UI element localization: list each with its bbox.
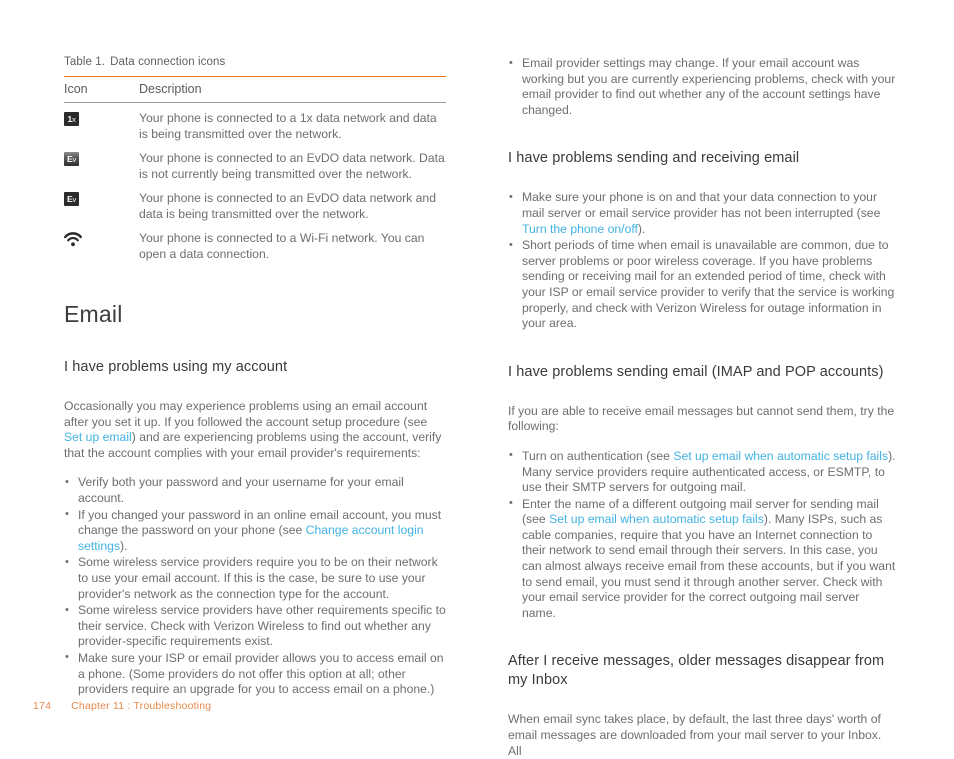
- wifi-icon: [64, 232, 82, 247]
- table-row: Ev Your phone is connected to an EvDO da…: [64, 143, 446, 183]
- table-row: 1x Your phone is connected to a 1x data …: [64, 103, 446, 144]
- heading-sending-receiving: I have problems sending and receiving em…: [508, 150, 800, 167]
- bullet-text-part2: ). Many ISPs, such as cable companies, r…: [522, 512, 896, 620]
- table-cell-icon: [64, 223, 139, 263]
- list-item: Enter the name of a different outgoing m…: [508, 496, 896, 622]
- table-cell-description: Your phone is connected to a Wi-Fi netwo…: [139, 231, 425, 261]
- table-caption-text: Data connection icons: [110, 56, 226, 68]
- link-turn-the-phone-on-off[interactable]: Turn the phone on/off: [522, 222, 638, 236]
- table-header: Icon Description: [64, 76, 446, 103]
- document-page: Table 1. Data connection icons Icon Descr…: [0, 0, 954, 757]
- left-column: Table 1. Data connection icons Icon Descr…: [64, 56, 446, 699]
- list-item: Make sure your phone is on and that your…: [508, 190, 896, 237]
- paragraph-older-messages: When email sync takes place, by default,…: [508, 712, 882, 758]
- list-item: Verify both your password and your usern…: [64, 475, 446, 506]
- bullet-text-part1: Some wireless service providers require …: [78, 555, 438, 601]
- paragraph-account-intro: Occasionally you may experience problems…: [64, 399, 446, 461]
- list-item: Turn on authentication (see Set up email…: [508, 448, 896, 496]
- heading-imap-pop: I have problems sending email (IMAP and …: [508, 363, 884, 380]
- table-header-row: Icon Description: [64, 76, 446, 103]
- list-item: If you changed your password in an onlin…: [64, 507, 446, 555]
- bullet-text-part2: ).: [120, 538, 128, 553]
- table-caption: Table 1. Data connection icons: [64, 56, 446, 68]
- list-item: Email provider settings may change. If y…: [508, 55, 896, 118]
- link-set-up-email-automatic-setup-fails[interactable]: Set up email when automatic setup fails: [673, 449, 888, 463]
- right-column: Email provider settings may change. If y…: [508, 55, 896, 759]
- 1x-data-icon: 1x: [64, 112, 79, 126]
- bullet-text-part1: Some wireless service providers have oth…: [78, 603, 446, 649]
- table-body: 1x Your phone is connected to a 1x data …: [64, 103, 446, 264]
- bullet-text-part1: Make sure your ISP or email provider all…: [78, 650, 444, 697]
- table-cell-description: Your phone is connected to a 1x data net…: [139, 111, 437, 141]
- evdo-active-icon: Ev: [64, 192, 79, 206]
- list-item: Make sure your ISP or email provider all…: [64, 650, 446, 698]
- table-cell-description: Your phone is connected to an EvDO data …: [139, 191, 436, 221]
- data-connection-icons-table: Icon Description 1x Your phone is connec…: [64, 76, 446, 263]
- footer-section: Troubleshooting: [133, 700, 212, 712]
- list-account-requirements: Verify both your password and your usern…: [64, 475, 446, 697]
- heading-older-messages: After I receive messages, older messages…: [508, 653, 885, 689]
- page-footer: 174 Chapter 11: Troubleshooting: [33, 700, 211, 712]
- icon-label-sub: v: [72, 195, 77, 204]
- paragraph-imap-intro: If you are able to receive email message…: [508, 403, 895, 434]
- list-item: Some wireless service providers require …: [64, 555, 446, 602]
- table-cell-description: Your phone is connected to an EvDO data …: [139, 151, 445, 181]
- column-header-description: Description: [139, 76, 446, 103]
- icon-label-sub: v: [72, 155, 77, 164]
- table-row: Your phone is connected to a Wi-Fi netwo…: [64, 223, 446, 263]
- list-sending-receiving: Make sure your phone is on and that your…: [508, 190, 896, 331]
- bullet-text-part1: Turn on authentication (see: [522, 448, 674, 463]
- bullet-text-part2: ).: [637, 221, 646, 236]
- heading-account-problems: I have problems using my account: [64, 359, 288, 375]
- bullet-text-part1: Make sure your phone is on and that your…: [522, 190, 881, 220]
- evdo-idle-icon: Ev: [64, 152, 79, 166]
- footer-page-number: 174: [33, 700, 52, 712]
- bullet-text-part1: Short periods of time when email is unav…: [522, 238, 895, 331]
- link-set-up-email-automatic-setup-fails[interactable]: Set up email when automatic setup fails: [549, 512, 764, 526]
- page-title: Email: [64, 301, 123, 327]
- intro-text-part1: Occasionally you may experience problems…: [64, 399, 428, 429]
- footer-chapter: Chapter 11: [71, 700, 125, 712]
- table-caption-number: Table 1.: [64, 56, 106, 68]
- table-row: Ev Your phone is connected to an EvDO da…: [64, 183, 446, 223]
- list-imap-pop: Turn on authentication (see Set up email…: [508, 448, 896, 622]
- table-cell-icon: 1x: [64, 103, 139, 144]
- table-cell-icon: Ev: [64, 143, 139, 183]
- column-header-icon: Icon: [64, 76, 139, 103]
- footer-separator: :: [127, 700, 131, 712]
- bullet-text-part1: Verify both your password and your usern…: [78, 475, 404, 505]
- list-item: Short periods of time when email is unav…: [508, 238, 896, 332]
- icon-label-sub: x: [71, 115, 76, 124]
- list-item: Some wireless service providers have oth…: [64, 603, 446, 650]
- list-continued-from-left: Email provider settings may change. If y…: [508, 55, 896, 118]
- table-cell-icon: Ev: [64, 183, 139, 223]
- link-set-up-email[interactable]: Set up email: [64, 430, 132, 444]
